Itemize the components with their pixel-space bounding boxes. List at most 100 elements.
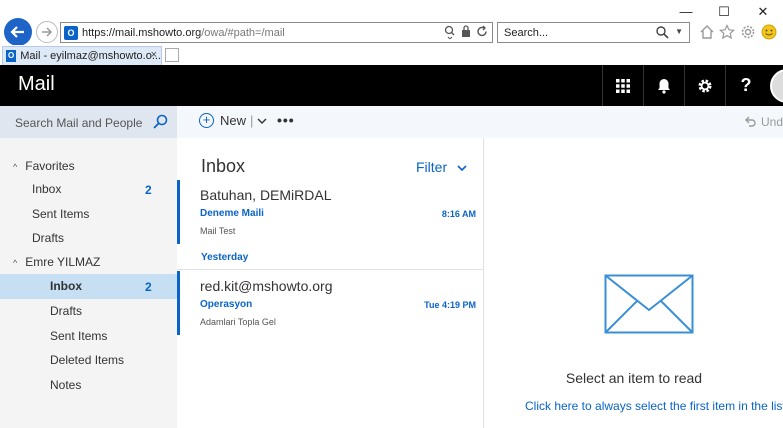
app-launcher-button[interactable] xyxy=(602,65,643,106)
mail-search-placeholder: Search Mail and People xyxy=(15,116,143,130)
minimize-button[interactable]: — xyxy=(676,4,696,20)
outlook-favicon-icon: O xyxy=(6,50,17,62)
unread-indicator xyxy=(177,180,180,244)
browser-search-placeholder: Search... xyxy=(504,27,549,39)
notifications-button[interactable] xyxy=(643,65,684,106)
message-subject: Operasyon xyxy=(200,299,253,310)
sidebar-item-favorites-drafts[interactable]: Drafts xyxy=(32,226,64,251)
sidebar-item-label: Drafts xyxy=(50,304,83,318)
browser-chrome: — ☐ ✕ O https://mail.mshowto.org/owa/#pa… xyxy=(0,0,783,46)
app-header: Mail ? xyxy=(0,65,783,106)
chevron-down-icon[interactable]: ▼ xyxy=(675,27,683,36)
unread-count-badge: 2 xyxy=(145,280,152,294)
sidebar-item-deleted[interactable]: Deleted Items xyxy=(50,348,124,373)
command-bar: + New | ••• Und xyxy=(177,106,783,138)
favorites-label: Favorites xyxy=(25,159,75,173)
message-time: Tue 4:19 PM xyxy=(424,300,476,310)
message-subject: Deneme Maili xyxy=(200,208,264,219)
address-prefix: https:// xyxy=(82,26,116,39)
address-host: mail.mshowto.org xyxy=(115,26,202,39)
search-dropdown-icon[interactable] xyxy=(444,25,456,39)
refresh-icon[interactable] xyxy=(476,25,488,38)
tab-strip: O Mail - eyilmaz@mshowto.o... × xyxy=(0,45,783,65)
undo-label: Und xyxy=(761,115,783,129)
new-message-button[interactable]: + New | xyxy=(199,113,267,128)
search-icon[interactable] xyxy=(153,114,168,129)
chevron-down-icon[interactable] xyxy=(257,117,267,125)
sidebar-item-notes[interactable]: Notes xyxy=(50,373,81,398)
message-sender: Batuhan, DEMiRDAL xyxy=(200,187,332,203)
list-item[interactable]: red.kit@mshowto.org Operasyon Tue 4:19 P… xyxy=(177,271,483,335)
unread-indicator xyxy=(177,271,180,335)
chevron-up-icon: ^ xyxy=(13,162,18,172)
message-sender: red.kit@mshowto.org xyxy=(200,278,333,294)
smiley-icon[interactable] xyxy=(761,24,777,40)
address-icons xyxy=(444,25,488,39)
address-text: https://mail.mshowto.org/owa/#path=/mail xyxy=(82,27,285,39)
app-title: Mail xyxy=(18,73,55,95)
avatar[interactable] xyxy=(770,69,783,103)
message-list: Inbox Filter Batuhan, DEMiRDAL Deneme Ma… xyxy=(177,138,484,428)
arrow-left-icon xyxy=(10,26,24,38)
close-window-button[interactable]: ✕ xyxy=(753,4,773,20)
empty-state-message: Select an item to read xyxy=(565,370,703,386)
undo-button[interactable]: Und xyxy=(744,115,783,129)
filter-button[interactable]: Filter xyxy=(416,159,467,175)
more-actions-button[interactable]: ••• xyxy=(277,112,295,128)
sidebar-item-label: Sent Items xyxy=(50,329,108,343)
sidebar-item-label: Deleted Items xyxy=(50,353,125,367)
message-preview: Adamlari Topla Gel xyxy=(200,317,276,327)
help-icon: ? xyxy=(740,75,752,95)
sidebar-item-label: Drafts xyxy=(32,231,65,245)
account-label: Emre YILMAZ xyxy=(25,255,101,269)
sidebar-item-sent[interactable]: Sent Items xyxy=(50,324,107,349)
app-launcher-icon xyxy=(616,78,630,93)
new-tab-button[interactable] xyxy=(165,48,179,62)
arrow-right-icon xyxy=(42,27,53,37)
sidebar-item-drafts[interactable]: Drafts xyxy=(50,299,82,324)
reading-pane: Select an item to read Click here to alw… xyxy=(485,138,783,428)
sidebar-item-label: Notes xyxy=(50,378,82,392)
divider xyxy=(177,269,483,270)
date-group-header: Yesterday xyxy=(201,252,249,263)
favorites-header[interactable]: ^ Favorites xyxy=(13,154,75,179)
envelope-icon xyxy=(604,274,694,334)
back-button[interactable] xyxy=(4,18,32,46)
account-header[interactable]: ^ Emre YILMAZ xyxy=(13,250,100,275)
tab-title: Mail - eyilmaz@mshowto.o... xyxy=(20,50,161,62)
maximize-button[interactable]: ☐ xyxy=(714,4,734,20)
outlook-favicon-icon: O xyxy=(64,25,78,40)
favorites-star-icon[interactable] xyxy=(719,24,735,40)
lock-icon[interactable] xyxy=(461,25,471,38)
settings-gear-icon[interactable] xyxy=(740,24,756,40)
sidebar-item-inbox[interactable]: Inbox xyxy=(50,274,170,299)
address-path: /owa/#path=/mail xyxy=(201,26,285,39)
sidebar-item-label: Inbox xyxy=(32,182,62,196)
chevron-down-icon xyxy=(457,165,467,172)
sidebar-item-favorites-sent[interactable]: Sent Items xyxy=(32,202,89,227)
unread-count-badge: 2 xyxy=(145,183,152,197)
select-first-item-link[interactable]: Click here to always select the first it… xyxy=(525,399,783,413)
mail-search-box[interactable]: Search Mail and People xyxy=(0,106,177,138)
filter-label: Filter xyxy=(416,159,448,175)
notifications-bell-icon xyxy=(658,78,670,94)
message-time: 8:16 AM xyxy=(441,209,476,219)
sidebar-item-label: Inbox xyxy=(50,279,82,293)
settings-button[interactable] xyxy=(684,65,725,106)
list-item[interactable]: Batuhan, DEMiRDAL Deneme Maili 8:16 AM M… xyxy=(177,180,483,244)
tab-close-button[interactable]: × xyxy=(151,49,157,61)
help-button[interactable]: ? xyxy=(725,65,766,106)
tab-mail[interactable]: O Mail - eyilmaz@mshowto.o... × xyxy=(2,46,162,65)
plus-icon: + xyxy=(199,113,214,128)
folder-title: Inbox xyxy=(201,156,246,176)
folder-pane: Search Mail and People ^ Favorites Inbox … xyxy=(0,106,177,428)
browser-search-field[interactable]: Search... ▼ xyxy=(497,22,690,43)
settings-gear-icon xyxy=(698,79,712,92)
home-icon[interactable] xyxy=(699,24,715,40)
search-icon[interactable] xyxy=(656,26,669,39)
chevron-up-icon: ^ xyxy=(13,258,18,268)
address-bar[interactable]: O https://mail.mshowto.org/owa/#path=/ma… xyxy=(60,22,493,43)
sidebar-item-label: Sent Items xyxy=(32,207,90,221)
message-preview: Mail Test xyxy=(200,226,236,236)
forward-button[interactable] xyxy=(36,21,58,43)
